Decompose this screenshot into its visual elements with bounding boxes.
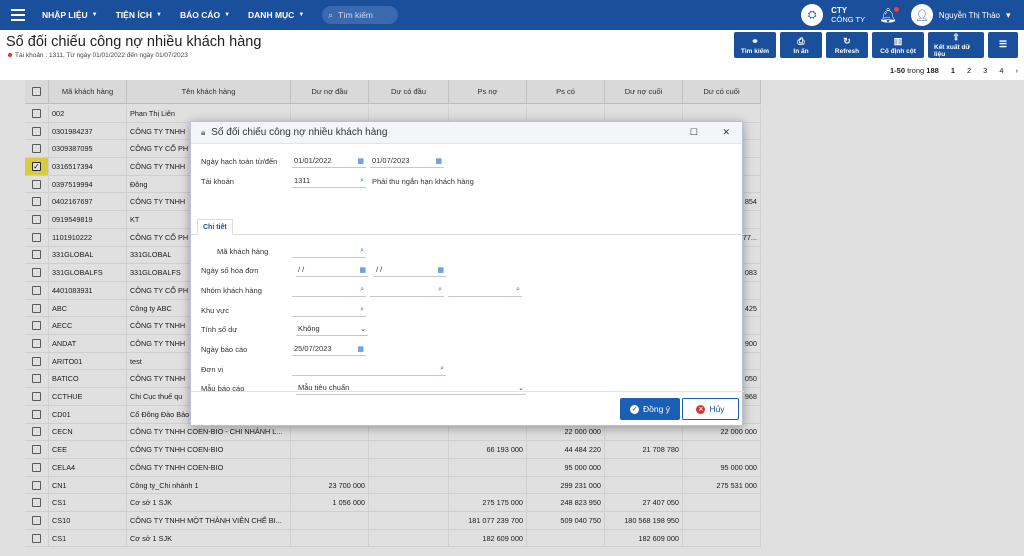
search-icon: ⌕ <box>328 9 334 20</box>
dialog-body: Ngày hạch toán từ/đến 01/01/2022 ▦ 01/07/… <box>191 144 744 395</box>
company-name[interactable]: CTY CÔNG TY <box>831 6 865 24</box>
dialog-titlebar: 🔒︎ Số đối chiếu công nợ nhiều khách hàng… <box>191 122 742 144</box>
search-icon[interactable]: ⌕ <box>360 177 364 185</box>
maximize-icon[interactable]: ☐ <box>690 127 698 138</box>
region-input[interactable]: ⌕ <box>292 303 366 317</box>
balance-select[interactable]: Không ⌄ <box>296 322 368 336</box>
dialog-footer: ✓ Đồng ý ✕ Hủy <box>191 391 744 425</box>
menu-bao-cao[interactable]: BÁO CÁO ▼ <box>180 10 230 20</box>
pager: 1-50 trong 188 1 2 3 4 › <box>890 66 1018 75</box>
page-4[interactable]: 4 <box>999 66 1003 75</box>
chevron-down-icon: ▼ <box>155 12 162 18</box>
date-to-input[interactable]: 01/07/2023 ▦ <box>370 154 444 168</box>
customer-group-3[interactable]: ⌕ <box>448 283 522 297</box>
invoice-date-to[interactable]: / / ▦ <box>374 263 446 277</box>
chevron-down-icon: ▼ <box>91 12 98 18</box>
menu-danh-muc[interactable]: DANH MỤC ▼ <box>248 10 304 20</box>
menu-nhap-lieu[interactable]: NHẬP LIỆU ▼ <box>42 10 98 20</box>
page-subtitle: Tài khoản : 1311, Từ ngày 01/01/2022 đến… <box>8 52 188 59</box>
top-right-area: ⛭ CTY CÔNG TY 🔔︎ 👤︎ Nguyễn Thị Thảo ▾ <box>801 0 1024 30</box>
customer-group-1[interactable]: ⌕ <box>292 283 366 297</box>
date-from-input[interactable]: 01/01/2022 ▦ <box>292 154 366 168</box>
chevron-down-icon: ▼ <box>298 12 305 18</box>
search-input[interactable]: ⌕ Tìm kiếm <box>322 6 399 24</box>
invoice-date-from[interactable]: / / ▦ <box>296 263 368 277</box>
account-description: Phải thu ngắn hạn khách hàng <box>372 177 474 186</box>
company-icon[interactable]: ⛭ <box>801 4 824 26</box>
bell-icon[interactable]: 🔔︎ <box>879 6 899 24</box>
account-input[interactable]: 1311 ⌕ <box>292 174 366 188</box>
list-menu-button[interactable]: ☰ <box>988 32 1018 58</box>
region-label: Khu vực <box>201 306 229 315</box>
balance-label: Tính số dư <box>201 325 238 334</box>
freeze-icon: ▥ <box>893 35 903 46</box>
report-date-input[interactable]: 25/07/2023 ▦ <box>292 342 366 356</box>
cancel-button[interactable]: ✕ Hủy <box>682 398 739 420</box>
search-icon[interactable]: ⌕ <box>516 286 520 294</box>
print-button[interactable]: ⎙ In ấn <box>780 32 822 58</box>
page-1[interactable]: 1 <box>951 66 955 75</box>
calendar-icon[interactable]: ▦ <box>357 157 364 165</box>
account-label: Tài khoản <box>201 177 234 186</box>
binoculars-icon: ⚭ <box>751 35 759 46</box>
printer-icon: ⎙ <box>797 35 805 46</box>
customer-input[interactable]: ⌕ <box>292 244 366 258</box>
customer-group-label: Nhóm khách hàng <box>201 286 262 295</box>
main-menu: NHẬP LIỆU ▼ TIỆN ÍCH ▼ BÁO CÁO ▼ DANH MỤC ▼ <box>42 10 322 20</box>
chevron-down-icon: ⌄ <box>360 325 366 333</box>
calendar-icon[interactable]: ▦ <box>437 266 444 274</box>
search-icon[interactable]: ⌕ <box>360 286 364 294</box>
search-button[interactable]: ⚭ Tìm kiếm <box>734 32 776 58</box>
tab-chi-tiet[interactable]: Chi tiết <box>197 219 233 235</box>
page-3[interactable]: 3 <box>983 66 987 75</box>
page-2[interactable]: 2 <box>967 66 971 75</box>
close-icon[interactable]: ✕ <box>722 127 730 138</box>
dialog-title: Số đối chiếu công nợ nhiều khách hàng <box>211 127 388 138</box>
calendar-icon[interactable]: ▦ <box>435 157 442 165</box>
unit-input[interactable]: ⌕ <box>292 362 446 376</box>
refresh-button[interactable]: ↻ Refresh <box>826 32 868 58</box>
refresh-icon: ↻ <box>843 35 851 46</box>
chevron-down-icon[interactable]: ▾ <box>1006 10 1024 21</box>
list-icon: ☰ <box>998 39 1008 49</box>
cancel-circle-icon: ✕ <box>696 404 706 414</box>
avatar[interactable]: 👤︎ <box>910 4 933 26</box>
toolbar: ⚭ Tìm kiếm ⎙ In ấn ↻ Refresh ▥ Cố định cột ⇪… <box>734 32 1018 58</box>
calendar-icon[interactable]: ▦ <box>357 345 364 353</box>
search-icon[interactable]: ⌕ <box>440 365 444 373</box>
chevron-right-icon[interactable]: › <box>1016 66 1019 75</box>
report-date-label: Ngày báo cáo <box>201 345 248 354</box>
date-range-label: Ngày hạch toán từ/đến <box>201 157 278 166</box>
notification-dot <box>893 6 899 12</box>
search-icon[interactable]: ⌕ <box>360 306 364 314</box>
dialog-tabs: Chi tiết <box>191 219 744 235</box>
hamburger-menu-icon[interactable] <box>4 0 32 30</box>
search-icon[interactable]: ⌕ <box>438 286 442 294</box>
customer-label: Mã khách hàng <box>217 247 269 256</box>
check-circle-icon: ✓ <box>630 404 640 414</box>
export-button[interactable]: ⇪ Kết xuất dữ liệu <box>928 32 984 58</box>
lock-icon: 🔒︎ <box>201 127 206 137</box>
menu-tien-ich[interactable]: TIỆN ÍCH ▼ <box>116 10 162 20</box>
chevron-down-icon: ▼ <box>224 12 231 18</box>
customer-group-2[interactable]: ⌕ <box>370 283 444 297</box>
pager-info: 1-50 trong 188 <box>889 66 939 75</box>
report-dialog: 🔒︎ Số đối chiếu công nợ nhiều khách hàng… <box>190 121 744 426</box>
unit-label: Đơn vị <box>201 365 224 374</box>
search-icon[interactable]: ⌕ <box>360 247 364 255</box>
calendar-icon[interactable]: ▦ <box>359 266 366 274</box>
invoice-date-label: Ngày số hóa đơn <box>201 266 259 275</box>
top-navbar: NHẬP LIỆU ▼ TIỆN ÍCH ▼ BÁO CÁO ▼ DANH MỤC ▼ … <box>0 0 1024 30</box>
export-icon: ⇪ <box>952 32 960 42</box>
user-name[interactable]: Nguyễn Thị Thảo <box>939 11 1000 20</box>
page-title: Số đối chiếu công nợ nhiều khách hàng <box>6 34 262 50</box>
status-dot <box>8 53 12 58</box>
freeze-column-button[interactable]: ▥ Cố định cột <box>872 32 924 58</box>
ok-button[interactable]: ✓ Đồng ý <box>620 398 680 420</box>
